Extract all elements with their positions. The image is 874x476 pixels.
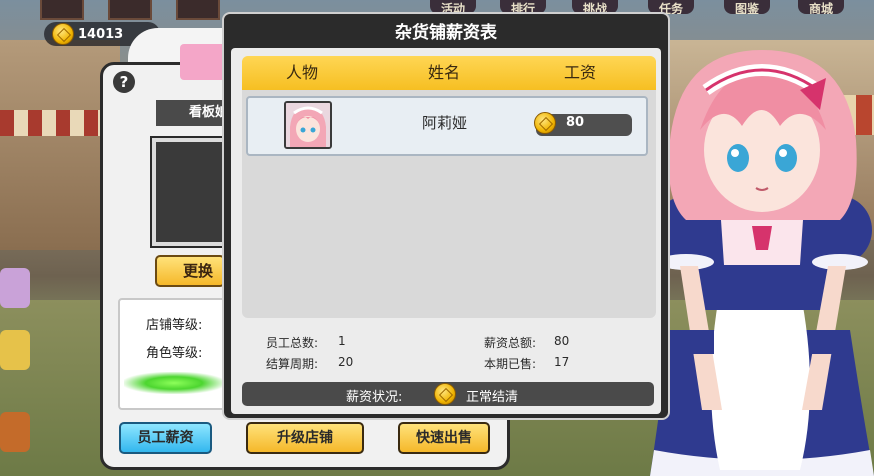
table-header: 人物 姓名 工资 <box>242 56 656 90</box>
char-level-label: 角色等级: <box>146 346 203 361</box>
salary-status-value: 正常结清 <box>466 390 519 405</box>
maid-character-illustration <box>650 50 874 476</box>
dialog-title: 杂货铺薪资表 <box>395 23 497 43</box>
top-slot-3[interactable] <box>176 0 220 20</box>
employee-salary: 80 <box>566 115 585 130</box>
pink-tab-button[interactable] <box>180 44 228 80</box>
level-glow-effect <box>124 372 224 394</box>
gold-coin-icon <box>52 23 74 45</box>
side-shop-icon[interactable] <box>0 330 30 370</box>
employee-avatar <box>284 101 332 149</box>
showcase-portrait-slot[interactable] <box>150 136 228 248</box>
quick-sell-button[interactable]: 快速出售 <box>398 422 490 454</box>
top-tab-collection[interactable]: 图鉴 <box>724 0 770 14</box>
staff-salary-button[interactable]: 员工薪资 <box>119 422 212 454</box>
cycle-value: 20 <box>338 355 354 369</box>
top-slot-1[interactable] <box>40 0 84 20</box>
shop-level-label: 店铺等级: <box>146 318 203 333</box>
side-item-icon[interactable] <box>0 268 30 308</box>
showcase-girl-tag: 看板娘 <box>156 100 232 126</box>
table-row[interactable]: 阿莉娅 80 <box>246 96 648 156</box>
column-header-salary: 工资 <box>564 63 597 82</box>
change-girl-button[interactable]: 更换 <box>155 255 225 287</box>
top-tab-store[interactable]: 商城 <box>798 0 844 14</box>
payroll-dialog: 杂货铺薪资表 人物 姓名 工资 阿莉娅 80 员工总数: 1 薪资总额: 80 … <box>222 12 670 420</box>
gold-coin-icon <box>434 383 456 405</box>
upgrade-shop-button[interactable]: 升级店铺 <box>246 422 364 454</box>
salary-total-label: 薪资总额: <box>484 336 537 350</box>
top-slot-2[interactable] <box>108 0 152 20</box>
staff-count-label: 员工总数: <box>266 336 319 350</box>
salary-total-value: 80 <box>554 334 570 348</box>
salary-status-bar: 薪资状况: 正常结清 <box>242 382 654 406</box>
column-header-name: 姓名 <box>428 63 461 82</box>
salary-status-label: 薪资状况: <box>346 390 403 405</box>
payroll-table: 人物 姓名 工资 阿莉娅 80 <box>242 56 656 318</box>
column-header-character: 人物 <box>286 63 319 82</box>
help-icon[interactable]: ? <box>113 71 135 93</box>
staff-count-value: 1 <box>338 334 346 348</box>
sold-label: 本期已售: <box>484 357 537 371</box>
cycle-label: 结算周期: <box>266 357 319 371</box>
sold-value: 17 <box>554 355 570 369</box>
gold-coin-icon <box>534 112 556 134</box>
side-bag-icon[interactable] <box>0 412 30 452</box>
employee-name: 阿莉娅 <box>422 114 468 132</box>
gold-amount: 14013 <box>78 26 124 42</box>
